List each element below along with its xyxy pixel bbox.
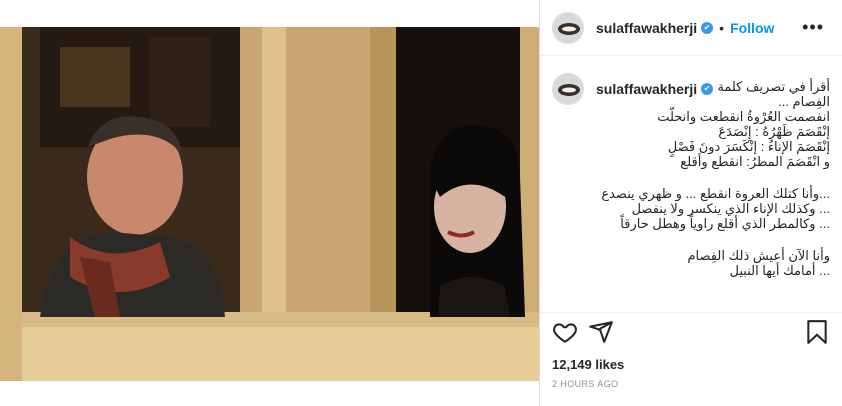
- caption-text: أقرأ في تصريف كلمة الفِصام ... انفصمت ال…: [596, 79, 830, 278]
- photo-illustration: [0, 27, 539, 381]
- paper-plane-icon[interactable]: [588, 319, 614, 345]
- bookmark-icon[interactable]: [804, 319, 830, 345]
- post-header: sulaffawakherji ✔ • Follow •••: [540, 0, 842, 56]
- caption-gap: [596, 231, 830, 248]
- separator-dot: •: [719, 19, 725, 36]
- caption-line: و انْقَصَمَ المطرُ: انقطع وأقلع: [680, 154, 830, 169]
- post-media-area: [0, 0, 539, 406]
- more-options-icon[interactable]: •••: [802, 17, 824, 38]
- caption-avatar[interactable]: [552, 73, 584, 105]
- verified-badge-icon: ✔: [701, 21, 714, 34]
- avatar-image: [553, 12, 583, 43]
- caption-line: ... وكذلك الإناء الذي ينكسر ولا ينفصل: [631, 201, 830, 216]
- caption-avatar-image: [553, 74, 583, 104]
- caption-line: إنْقَصَمَ ظَهْرُهُ : إِنْصَدَعَ: [718, 124, 830, 139]
- caption-line: ...وأنا كتلك العروة انقطع ... و ظهري ينص…: [601, 186, 830, 201]
- caption-line: ... وكالمطر الذي أقلع راوياً وهطل حارقاً: [620, 216, 830, 231]
- caption-line: إنْقَصَمَ الإناءُ : إنْكَسَرَ دونَ فَصْل…: [667, 139, 830, 154]
- post-timestamp[interactable]: 2 HOURS AGO: [552, 379, 618, 389]
- caption-line: ... أمامك أيها النبيل: [729, 263, 831, 278]
- caption-gap: [596, 169, 830, 186]
- caption-section: sulaffawakherji ✔ أقرأ في تصريف كلمة الف…: [540, 57, 842, 311]
- caption-line: أقرأ في تصريف كلمة: [717, 79, 830, 94]
- avatar[interactable]: [552, 11, 584, 44]
- post-actions: [540, 313, 842, 353]
- heart-icon[interactable]: [552, 319, 578, 345]
- caption-line: الفِصام ...: [778, 94, 830, 109]
- post-photo[interactable]: [0, 27, 539, 381]
- post-username[interactable]: sulaffawakherji: [596, 20, 697, 36]
- caption-line: وأنا الآن أعيش ذلك الفِصام: [687, 248, 831, 263]
- caption-line: انفصمت العُرْوةُ انقطعت وانحلّت: [657, 109, 830, 124]
- follow-button[interactable]: Follow: [730, 20, 774, 36]
- likes-count[interactable]: 12,149 likes: [552, 357, 624, 372]
